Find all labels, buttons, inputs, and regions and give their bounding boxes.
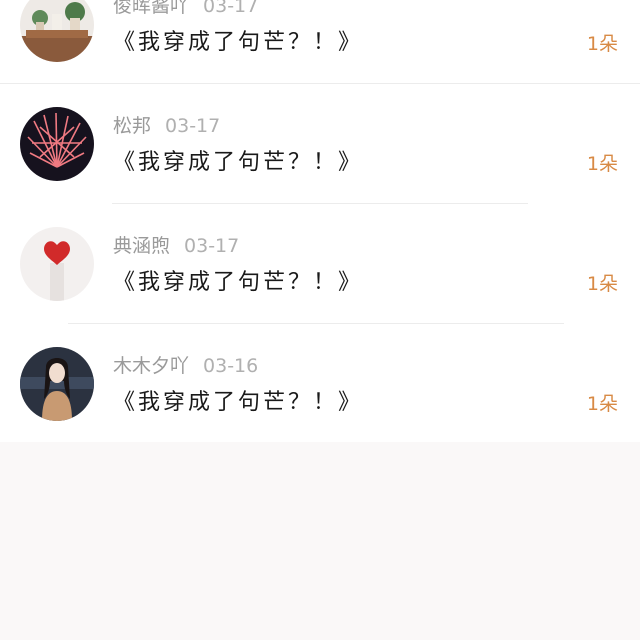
list-item[interactable]: 松邦 03-17 《我穿成了句芒？！》 1朵 bbox=[0, 84, 640, 204]
comment-date: 03-16 bbox=[203, 355, 259, 377]
gift-list: 俊晖酱吖 03-17 《我穿成了句芒？！》 1朵 松邦 03-17 《我穿成了句… bbox=[0, 0, 640, 442]
book-title[interactable]: 《我穿成了句芒？！》 bbox=[113, 268, 363, 298]
comment-date: 03-17 bbox=[203, 0, 259, 17]
flower-count: 1朵 bbox=[586, 33, 618, 55]
desk-plants-avatar-icon[interactable] bbox=[20, 0, 94, 62]
username[interactable]: 俊晖酱吖 bbox=[113, 0, 189, 17]
comment-date: 03-17 bbox=[165, 115, 221, 137]
comment-meta: 俊晖酱吖 03-17 bbox=[113, 0, 258, 18]
username[interactable]: 典涵煦 bbox=[113, 235, 170, 257]
comment-meta: 松邦 03-17 bbox=[113, 114, 220, 138]
list-item[interactable]: 木木夕吖 03-16 《我穿成了句芒？！》 1朵 bbox=[0, 324, 640, 442]
comment-date: 03-17 bbox=[184, 235, 240, 257]
comment-meta: 典涵煦 03-17 bbox=[113, 234, 239, 258]
book-title[interactable]: 《我穿成了句芒？！》 bbox=[113, 388, 363, 418]
username[interactable]: 松邦 bbox=[113, 115, 151, 137]
comment-meta: 木木夕吖 03-16 bbox=[113, 354, 258, 378]
girl-portrait-avatar-icon[interactable] bbox=[20, 347, 94, 421]
book-title[interactable]: 《我穿成了句芒？！》 bbox=[113, 148, 363, 178]
list-item[interactable]: 典涵煦 03-17 《我穿成了句芒？！》 1朵 bbox=[0, 204, 640, 324]
list-item[interactable]: 俊晖酱吖 03-17 《我穿成了句芒？！》 1朵 bbox=[0, 0, 640, 84]
book-title[interactable]: 《我穿成了句芒？！》 bbox=[113, 28, 363, 58]
flower-count: 1朵 bbox=[586, 393, 618, 415]
flower-count: 1朵 bbox=[586, 153, 618, 175]
fireworks-avatar-icon[interactable] bbox=[20, 107, 94, 181]
username[interactable]: 木木夕吖 bbox=[113, 355, 189, 377]
red-heart-avatar-icon[interactable] bbox=[20, 227, 94, 301]
flower-count: 1朵 bbox=[586, 273, 618, 295]
